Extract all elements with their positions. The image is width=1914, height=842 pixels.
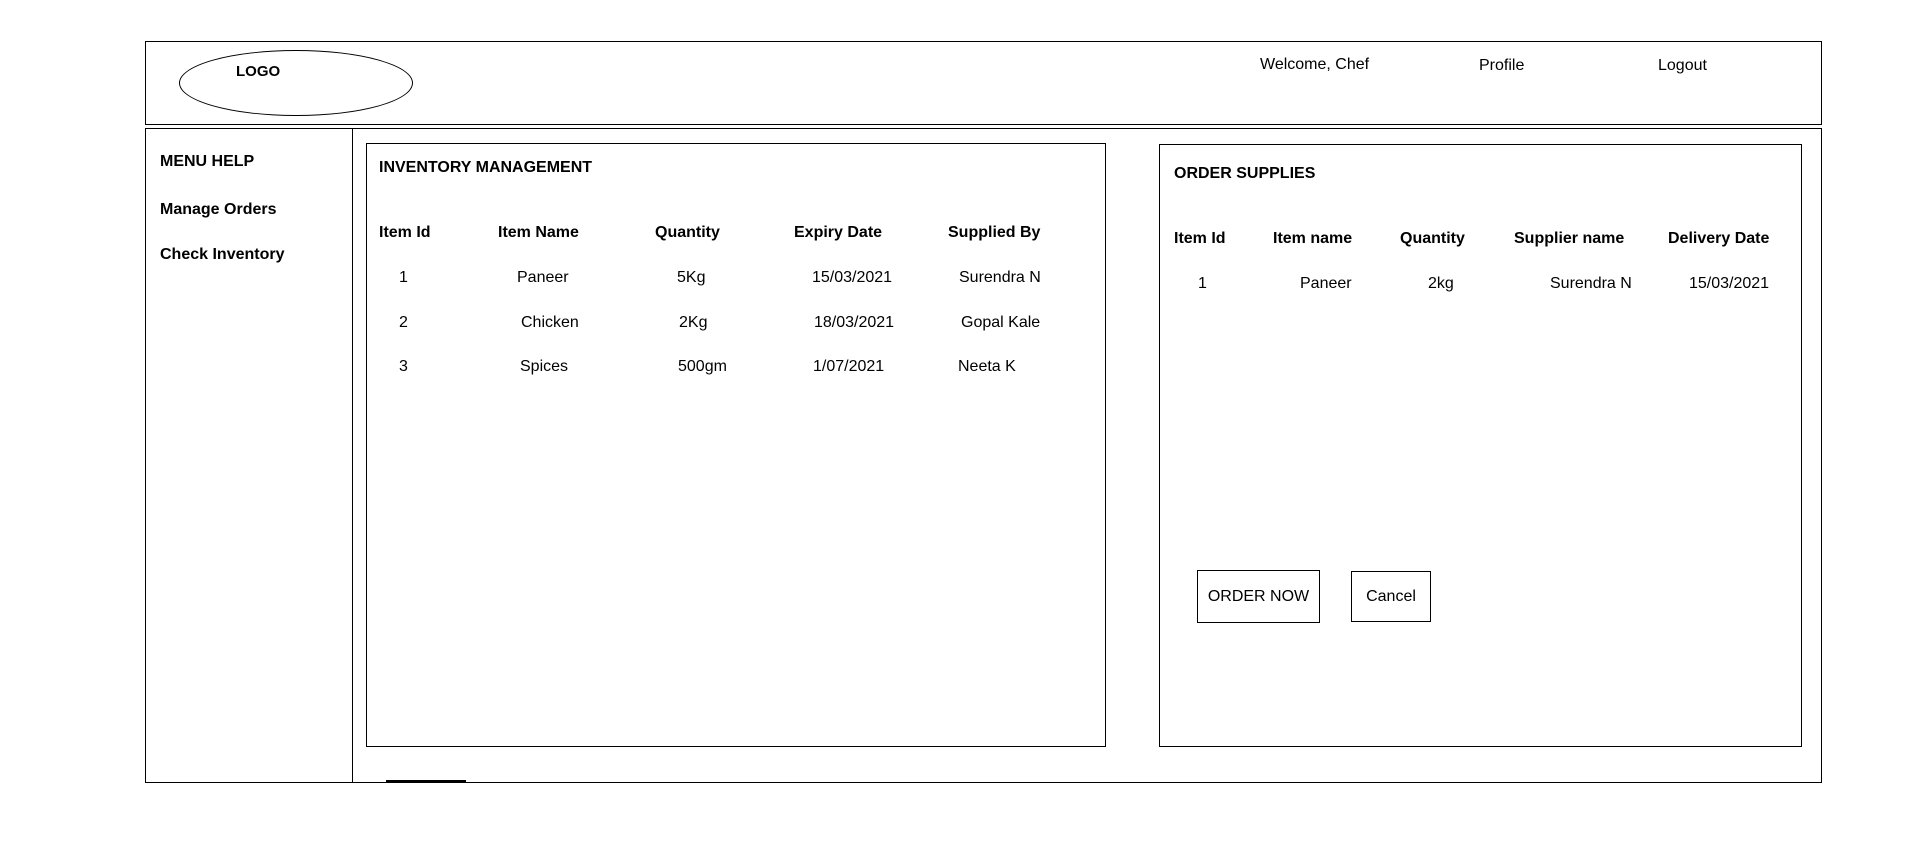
logo-label: LOGO <box>236 63 281 80</box>
table-cell: 5Kg <box>677 269 706 286</box>
order-col-supplier-name: Supplier name <box>1514 230 1625 247</box>
table-cell: 3 <box>399 358 408 375</box>
order-col-quantity: Quantity <box>1400 230 1465 247</box>
table-cell: Chicken <box>521 314 579 331</box>
table-cell: 18/03/2021 <box>814 314 895 331</box>
order-supplies-title: ORDER SUPPLIES <box>1174 165 1316 182</box>
welcome-text: Welcome, Chef <box>1260 56 1370 73</box>
order-now-button[interactable]: ORDER NOW <box>1197 570 1320 623</box>
inventory-col-item-id: Item Id <box>379 224 431 241</box>
order-col-item-name: Item name <box>1273 230 1353 247</box>
cancel-button[interactable]: Cancel <box>1351 571 1431 622</box>
table-cell: 2kg <box>1428 275 1454 292</box>
sidebar-item-check-inventory[interactable]: Check Inventory <box>160 246 284 264</box>
table-cell: 1 <box>399 269 408 286</box>
table-cell: 2 <box>399 314 408 331</box>
logo[interactable] <box>179 50 413 116</box>
table-cell: Paneer <box>1300 275 1352 292</box>
inventory-col-quantity: Quantity <box>655 224 720 241</box>
sidebar-divider <box>352 128 353 783</box>
sidebar-item-menu-help[interactable]: MENU HELP <box>160 153 254 171</box>
table-cell: 2Kg <box>679 314 708 331</box>
inventory-title: INVENTORY MANAGEMENT <box>379 159 593 176</box>
table-cell: 15/03/2021 <box>812 269 893 286</box>
order-col-delivery-date: Delivery Date <box>1668 230 1770 247</box>
table-cell: Surendra N <box>959 269 1041 286</box>
sidebar-item-manage-orders[interactable]: Manage Orders <box>160 201 276 219</box>
profile-link[interactable]: Profile <box>1479 57 1524 75</box>
order-col-item-id: Item Id <box>1174 230 1226 247</box>
table-cell: Surendra N <box>1550 275 1632 292</box>
logout-link[interactable]: Logout <box>1658 57 1707 75</box>
table-cell: 1 <box>1198 275 1207 292</box>
inventory-col-expiry-date: Expiry Date <box>794 224 883 241</box>
table-cell: Neeta K <box>958 358 1016 375</box>
table-cell: Gopal Kale <box>961 314 1041 331</box>
table-cell: 500gm <box>678 358 727 375</box>
table-cell: 1/07/2021 <box>813 358 885 375</box>
table-cell: 15/03/2021 <box>1689 275 1770 292</box>
table-cell: Spices <box>520 358 569 375</box>
divider <box>386 780 466 782</box>
inventory-col-item-name: Item Name <box>498 224 579 241</box>
inventory-col-supplied-by: Supplied By <box>948 224 1041 241</box>
table-cell: Paneer <box>517 269 569 286</box>
